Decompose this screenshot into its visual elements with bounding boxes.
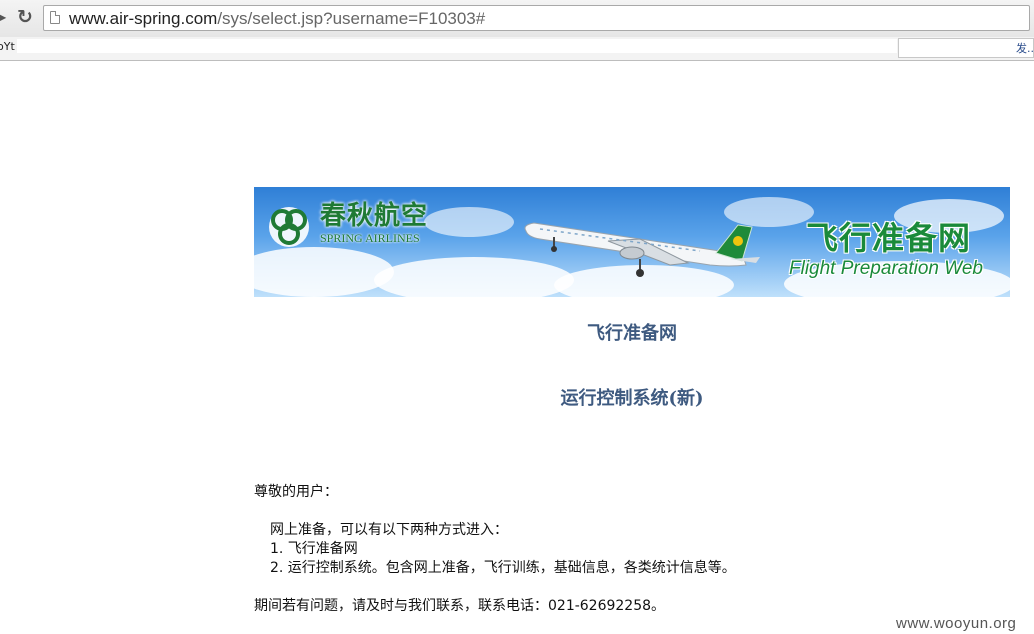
bookmark-item[interactable]: oYt: [0, 40, 15, 53]
back-arrow-icon[interactable]: ▶: [0, 7, 8, 27]
logo-english-name: SPRING AIRLINES: [320, 231, 420, 245]
page-icon: [50, 11, 60, 24]
greeting-text: 尊敬的用户：: [254, 484, 338, 500]
url-host: www.air-spring.com: [69, 9, 218, 28]
watermark: www.wooyun.org: [896, 615, 1017, 632]
address-bar[interactable]: www.air-spring.com/sys/select.jsp?userna…: [43, 5, 1030, 31]
cloud: [424, 207, 514, 237]
bookmark-folder[interactable]: [898, 38, 1034, 58]
ops-control-system-link[interactable]: 运行控制系统(新): [254, 384, 1010, 410]
bookmarks-redacted-area: [17, 39, 897, 53]
reload-icon[interactable]: ↻: [14, 6, 36, 28]
bookmark-more[interactable]: 发...: [1016, 40, 1034, 56]
bookmarks-bar: oYt 发...: [0, 37, 1034, 61]
browser-toolbar: ▶ ↻ www.air-spring.com/sys/select.jsp?us…: [0, 0, 1034, 37]
header-banner: 春秋航空 SPRING AIRLINES 飞行准备网 Flight Prepar…: [254, 187, 1010, 297]
airplane-image: [524, 222, 760, 277]
option-item-2: 2. 运行控制系统。包含网上准备，飞行训练，基础信息，各类统计信息等。: [270, 560, 736, 576]
banner-title-english: Flight Preparation Web: [789, 258, 983, 279]
url-path: /sys/select.jsp?username=F10303#: [217, 9, 486, 28]
contact-text: 期间若有问题，请及时与我们联系，联系电话：021-62692258。: [254, 598, 666, 614]
url-text: www.air-spring.com/sys/select.jsp?userna…: [69, 9, 485, 29]
option-item-1: 1. 飞行准备网: [270, 541, 358, 557]
spring-airlines-logo-icon: [269, 207, 309, 247]
logo-chinese-name: 春秋航空: [320, 201, 429, 231]
flight-prep-link[interactable]: 飞行准备网: [254, 319, 1010, 345]
cloud: [254, 247, 394, 297]
banner-title-chinese: 飞行准备网: [806, 219, 972, 257]
intro-text: 网上准备，可以有以下两种方式进入：: [270, 522, 508, 538]
